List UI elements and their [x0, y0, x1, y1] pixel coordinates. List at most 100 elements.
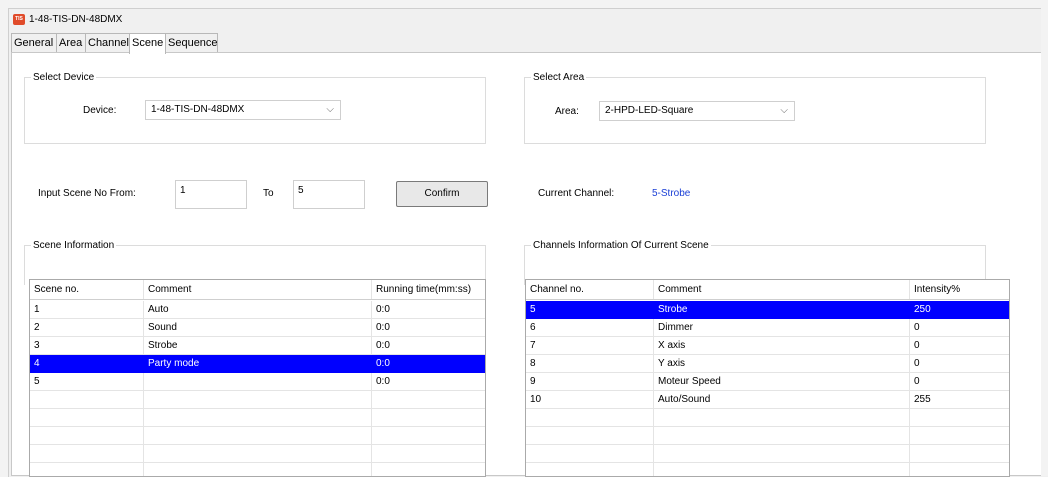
comment-cell: Party mode — [144, 355, 372, 372]
intensity-cell: 0 — [914, 322, 920, 333]
empty-row — [526, 409, 1009, 427]
app-logo-icon: TIS — [13, 14, 25, 25]
select-area-title: Select Area — [531, 71, 587, 84]
channel-no-cell: 10 — [526, 391, 654, 408]
empty-cell — [526, 427, 654, 444]
title-bar: TIS 1-48-TIS-DN-48DMX — [9, 9, 1048, 31]
scene-from-input[interactable]: 1 — [175, 180, 247, 209]
empty-cell — [144, 409, 372, 426]
scene-from-label: Input Scene No From: — [38, 188, 136, 199]
comment-cell: Strobe — [144, 337, 372, 354]
comment-cell: Dimmer — [654, 319, 910, 336]
select-area-group: Select Area Area: 2-HPD-LED-Square ⌵ — [524, 71, 986, 144]
channel-no-cell: 5 — [526, 301, 654, 318]
current-channel-value: 5-Strobe — [652, 188, 691, 199]
channel-no-cell: 8 — [526, 355, 654, 372]
column-header[interactable]: Intensity% — [910, 280, 1009, 299]
tab-scene[interactable]: Scene — [129, 33, 166, 54]
running-time-cell: 0:0 — [376, 358, 390, 369]
tab-general[interactable]: General — [11, 33, 57, 52]
empty-cell — [30, 391, 144, 408]
scene-to-input[interactable]: 5 — [293, 180, 365, 209]
area-label: Area: — [555, 106, 579, 117]
table-row[interactable]: 6 Dimmer 0 — [526, 319, 1009, 337]
table-row-selected[interactable]: 4 Party mode 0:0 — [30, 355, 485, 373]
empty-row — [30, 427, 485, 445]
scene-table-header: Scene no. Comment Running time(mm:ss) — [30, 280, 485, 300]
column-header[interactable]: Running time(mm:ss) — [372, 280, 485, 299]
running-time-cell: 0:0 — [376, 322, 390, 333]
empty-cell — [654, 427, 910, 444]
tab-channel[interactable]: Channel — [85, 33, 130, 52]
table-row[interactable]: 9 Moteur Speed 0 — [526, 373, 1009, 391]
device-dropdown[interactable]: 1-48-TIS-DN-48DMX ⌵ — [145, 100, 341, 120]
empty-row — [30, 409, 485, 427]
scene-info-title: Scene Information — [31, 239, 117, 252]
window-edge — [1041, 8, 1048, 476]
tab-area[interactable]: Area — [56, 33, 86, 52]
empty-cell — [654, 409, 910, 426]
empty-cell — [30, 463, 144, 476]
empty-cell — [526, 463, 654, 476]
device-dropdown-value: 1-48-TIS-DN-48DMX — [151, 104, 245, 115]
scene-no-cell: 5 — [30, 373, 144, 390]
channel-table[interactable]: Channel no. Comment Intensity% 5 Strobe … — [525, 279, 1010, 477]
channel-info-title: Channels Information Of Current Scene — [531, 239, 711, 252]
empty-row — [30, 445, 485, 463]
select-device-title: Select Device — [31, 71, 97, 84]
chevron-down-icon: ⌵ — [780, 105, 788, 116]
app-window: TIS 1-48-TIS-DN-48DMX General Area Chann… — [8, 8, 1048, 477]
column-header[interactable]: Channel no. — [526, 280, 654, 299]
comment-cell: X axis — [654, 337, 910, 354]
table-row-selected[interactable]: 5 Strobe 250 — [526, 301, 1009, 319]
tab-sequence[interactable]: Sequence — [165, 33, 218, 52]
empty-row — [30, 463, 485, 476]
area-dropdown-value: 2-HPD-LED-Square — [605, 105, 694, 116]
column-header[interactable]: Scene no. — [30, 280, 144, 299]
scene-table[interactable]: Scene no. Comment Running time(mm:ss) 1 … — [29, 279, 486, 477]
comment-cell: Auto — [144, 301, 372, 318]
intensity-cell: 255 — [914, 394, 931, 405]
empty-cell — [654, 463, 910, 476]
table-row[interactable]: 1 Auto 0:0 — [30, 301, 485, 319]
empty-cell — [144, 391, 372, 408]
intensity-cell: 250 — [914, 304, 931, 315]
empty-cell — [30, 445, 144, 462]
empty-cell — [144, 463, 372, 476]
table-row[interactable]: 10 Auto/Sound 255 — [526, 391, 1009, 409]
comment-cell — [144, 373, 372, 390]
scene-to-label: To — [263, 188, 274, 199]
column-header[interactable]: Comment — [144, 280, 372, 299]
table-row[interactable]: 7 X axis 0 — [526, 337, 1009, 355]
scene-panel: Select Device Device: 1-48-TIS-DN-48DMX … — [11, 52, 1047, 477]
table-row[interactable]: 3 Strobe 0:0 — [30, 337, 485, 355]
table-row[interactable]: 5 0:0 — [30, 373, 485, 391]
scene-no-cell: 2 — [30, 319, 144, 336]
running-time-cell: 0:0 — [376, 340, 390, 351]
column-header[interactable]: Comment — [654, 280, 910, 299]
empty-cell — [526, 409, 654, 426]
channel-no-cell: 9 — [526, 373, 654, 390]
area-dropdown[interactable]: 2-HPD-LED-Square ⌵ — [599, 101, 795, 121]
confirm-button[interactable]: Confirm — [396, 181, 488, 207]
comment-cell: Strobe — [654, 301, 910, 318]
empty-cell — [654, 445, 910, 462]
scene-no-cell: 3 — [30, 337, 144, 354]
empty-cell — [144, 445, 372, 462]
scene-no-cell: 4 — [30, 355, 144, 372]
empty-row — [526, 445, 1009, 463]
scene-no-cell: 1 — [30, 301, 144, 318]
intensity-cell: 0 — [914, 376, 920, 387]
empty-cell — [144, 427, 372, 444]
table-row[interactable]: 2 Sound 0:0 — [30, 319, 485, 337]
empty-cell — [30, 409, 144, 426]
table-row[interactable]: 8 Y axis 0 — [526, 355, 1009, 373]
intensity-cell: 0 — [914, 340, 920, 351]
select-device-group: Select Device Device: 1-48-TIS-DN-48DMX … — [24, 71, 486, 144]
comment-cell: Y axis — [654, 355, 910, 372]
empty-cell — [30, 427, 144, 444]
comment-cell: Moteur Speed — [654, 373, 910, 390]
window-title: 1-48-TIS-DN-48DMX — [29, 14, 123, 25]
intensity-cell: 0 — [914, 358, 920, 369]
channel-table-header: Channel no. Comment Intensity% — [526, 280, 1009, 300]
